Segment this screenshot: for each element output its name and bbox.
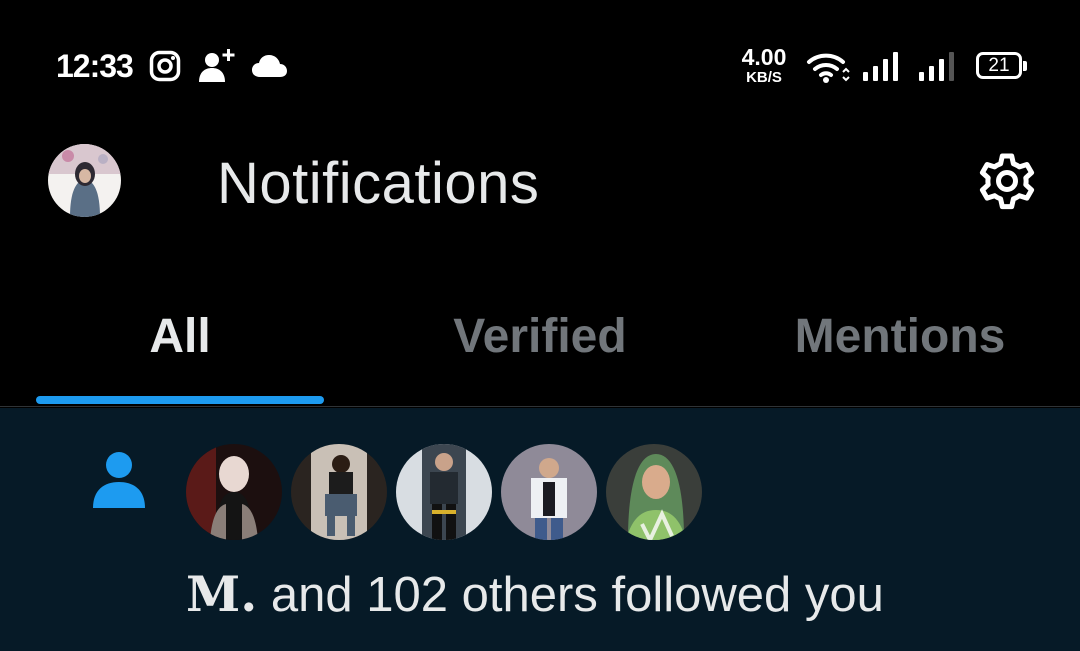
gear-icon[interactable] — [974, 148, 1040, 214]
notification-item[interactable]: M. and 102 others followed you — [0, 408, 1080, 651]
notification-message: and 102 others followed you — [257, 568, 884, 622]
battery-level: 21 — [988, 55, 1010, 76]
person-icon — [93, 452, 145, 508]
signal-icon — [863, 52, 898, 81]
signal-icon — [919, 52, 954, 81]
wifi-icon — [807, 53, 850, 83]
follower-avatar[interactable] — [501, 444, 597, 540]
network-speed: 4.00 KB/S — [738, 44, 790, 86]
network-speed-value: 4.00 — [741, 44, 787, 70]
follower-avatar[interactable] — [186, 444, 282, 540]
cloud-icon — [252, 55, 287, 77]
notification-user-name[interactable]: M. — [186, 565, 257, 623]
follower-avatar[interactable] — [606, 444, 702, 540]
person-add-icon — [199, 49, 235, 82]
page-title: Notifications — [217, 151, 540, 216]
avatar[interactable] — [48, 144, 121, 217]
battery-icon: 21 — [976, 52, 1027, 79]
tab-mentions[interactable]: Mentions — [756, 308, 1044, 378]
status-bar: 12:33 4.00 KB/S 21 — [0, 0, 1080, 130]
status-time: 12:33 — [56, 48, 134, 84]
network-speed-unit: KB/S — [746, 69, 782, 86]
tab-verified[interactable]: Verified — [396, 308, 684, 378]
tab-all[interactable]: All — [36, 308, 324, 378]
notification-text: M. and 102 others followed you — [186, 565, 884, 623]
follower-avatar[interactable] — [291, 444, 387, 540]
tab-bar: All Verified Mentions — [0, 300, 1080, 407]
follower-avatar[interactable] — [396, 444, 492, 540]
instagram-icon — [149, 50, 181, 82]
active-tab-indicator — [36, 396, 324, 404]
